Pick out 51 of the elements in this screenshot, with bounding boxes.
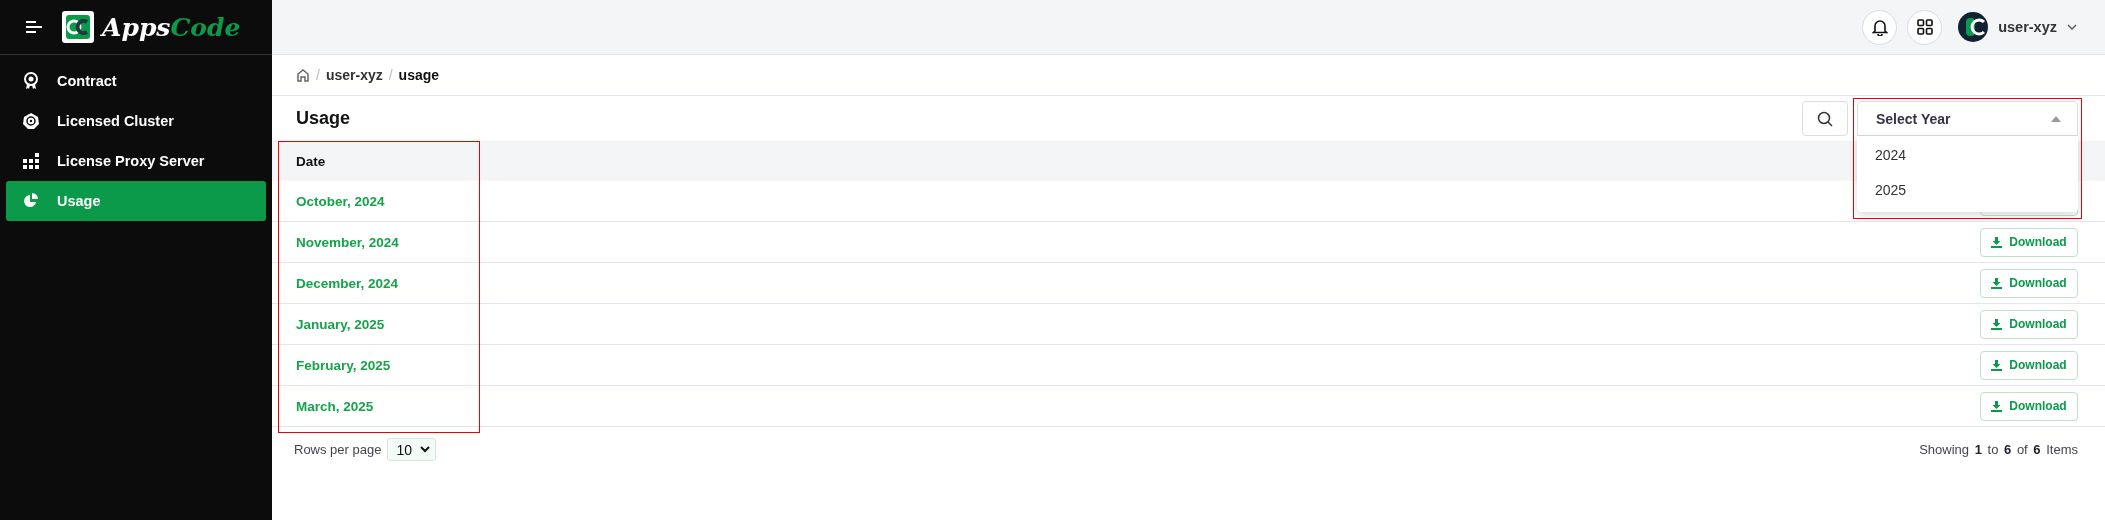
user-menu[interactable]: user-xyz (1958, 12, 2077, 42)
date-link[interactable]: December, 2024 (296, 275, 399, 291)
caret-icon (2051, 115, 2061, 122)
logo-icon (62, 11, 94, 43)
wheel-icon (22, 112, 40, 130)
breadcrumb-link[interactable]: usage (398, 67, 440, 83)
search-button[interactable] (1802, 101, 1848, 136)
dropdown-option[interactable]: 2025 (1857, 173, 2078, 208)
date-link[interactable]: November, 2024 (296, 234, 399, 250)
rows-per-page-label: Rows per page (294, 442, 382, 457)
rows-per-page-select[interactable]: 10 (387, 438, 437, 461)
apps-button[interactable] (1907, 9, 1943, 45)
sidebar-item[interactable]: License Proxy Server (6, 141, 266, 181)
pagination-summary: Showing 1 to 6 of 6 Items (1919, 442, 2078, 457)
brand-name: AppsCode (102, 12, 241, 42)
download-button[interactable]: Download (1980, 227, 2078, 257)
sidebar-item[interactable]: Contract (6, 61, 266, 101)
download-button[interactable]: Download (1980, 391, 2078, 421)
year-select[interactable]: Select Year (1857, 101, 2078, 136)
download-icon (1991, 318, 2003, 330)
chevron-down-icon (2067, 24, 2077, 30)
download-icon (1991, 277, 2003, 289)
page-title: Usage (296, 108, 351, 129)
column-header: Date (296, 153, 326, 169)
avatar-icon (1958, 12, 1989, 42)
pie-chart-icon (22, 193, 40, 209)
bell-icon (1871, 18, 1888, 36)
download-button[interactable]: Download (1980, 350, 2078, 380)
download-button[interactable]: Download (1980, 268, 2078, 298)
chevron-down-icon (420, 446, 431, 453)
breadcrumb-link[interactable]: user-xyz (325, 67, 383, 83)
breadcrumb-separator: / (388, 67, 393, 83)
home-icon[interactable] (296, 68, 310, 82)
date-link[interactable]: February, 2025 (296, 357, 391, 373)
dropdown-option[interactable]: 2024 (1857, 138, 2078, 173)
notification-button[interactable] (1862, 9, 1898, 45)
sidebar-item[interactable]: Usage (6, 181, 266, 221)
sidebar-item[interactable]: Licensed Cluster (6, 101, 266, 141)
breadcrumb-separator: / (316, 67, 320, 83)
date-link[interactable]: January, 2025 (296, 316, 385, 332)
date-link[interactable]: March, 2025 (296, 398, 374, 414)
date-link[interactable]: October, 2024 (296, 193, 385, 209)
download-icon (1991, 400, 2003, 412)
download-icon (1991, 359, 2003, 371)
grid-icon (1916, 19, 1933, 35)
menu-icon[interactable] (26, 21, 42, 33)
grid-dots-icon (22, 153, 40, 169)
download-button[interactable]: Download (1980, 309, 2078, 339)
download-icon (1991, 236, 2003, 248)
search-icon (1817, 110, 1833, 127)
award-icon (22, 72, 40, 90)
